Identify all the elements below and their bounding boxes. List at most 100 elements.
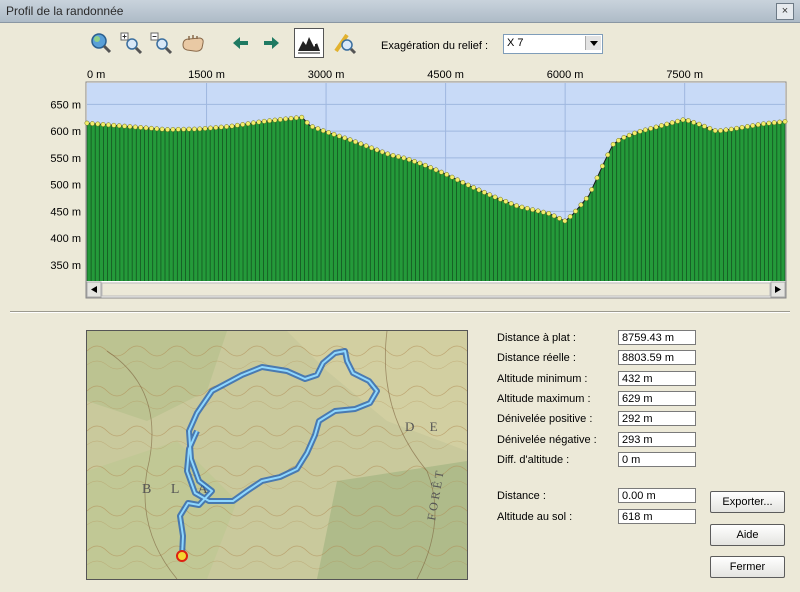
profile-point [707, 126, 713, 131]
relief-terrain-icon [297, 31, 321, 55]
profile-point [610, 141, 616, 147]
profile-point [202, 126, 208, 131]
profile-point [315, 126, 321, 132]
route-map[interactable]: B L A D E FORÊT [86, 330, 468, 580]
profile-point [771, 120, 777, 126]
profile-point [320, 128, 326, 134]
profile-point [100, 121, 106, 127]
exaggeration-select[interactable]: X 7 [503, 34, 603, 54]
profile-point [696, 121, 702, 127]
position-marker-icon [176, 550, 188, 562]
pan-button[interactable] [180, 30, 206, 56]
profile-point [433, 167, 439, 173]
zoom-fit-button[interactable] [88, 30, 114, 56]
zoom-out-icon [150, 32, 173, 55]
y-tick-label: 450 m [50, 206, 81, 218]
chevron-down-icon[interactable] [585, 36, 601, 50]
profile-point [750, 123, 756, 129]
profile-point [256, 119, 262, 125]
horizontal-scrollbar[interactable] [86, 281, 786, 298]
profile-point [401, 155, 407, 161]
profile-point [755, 122, 761, 128]
profile-point [95, 121, 101, 127]
cursor-label: Altitude au sol : [497, 511, 573, 523]
zoom-out-button[interactable] [148, 30, 174, 56]
window-title: Profil de la randonnée [6, 4, 124, 18]
profile-point [218, 124, 224, 130]
profile-point [272, 117, 278, 123]
profile-point [573, 208, 579, 214]
x-tick-label: 0 m [87, 69, 105, 81]
profile-point [406, 157, 412, 163]
export-button[interactable]: Exporter... [710, 491, 785, 513]
cursor-value-field: 618 m [618, 509, 696, 524]
profile-point [224, 124, 230, 130]
profile-point [138, 125, 144, 130]
profile-point [412, 158, 417, 164]
stat-value-field: 293 m [618, 432, 696, 447]
profile-point [567, 214, 573, 220]
profile-point [89, 121, 95, 127]
map-label: D E [405, 419, 444, 434]
stat-value-field: 292 m [618, 411, 696, 426]
y-tick-label: 400 m [50, 233, 81, 245]
profile-point [685, 118, 691, 124]
profile-point [240, 122, 246, 127]
profile-point [229, 123, 235, 129]
profile-point [353, 139, 358, 145]
close-button[interactable]: Fermer [710, 556, 785, 578]
profile-point [734, 125, 740, 131]
profile-point [465, 182, 471, 188]
profile-point [648, 126, 654, 131]
profile-point [122, 123, 128, 129]
profile-point [728, 126, 734, 132]
profile-point [84, 120, 90, 126]
profile-point [283, 116, 289, 122]
profile-point [744, 124, 750, 129]
profile-point [234, 122, 240, 128]
profile-point [514, 203, 519, 209]
profile-point [310, 124, 315, 130]
zoom-in-button[interactable] [118, 30, 144, 56]
scroll-thumb[interactable] [101, 282, 771, 297]
title-bar: Profil de la randonnée × [0, 0, 800, 23]
profile-point [422, 162, 428, 168]
profile-point [497, 196, 503, 202]
profile-point [680, 117, 686, 123]
x-tick-label: 7500 m [666, 69, 703, 81]
profile-point [524, 205, 530, 211]
profile-point [455, 177, 460, 183]
relief-toggle-button[interactable] [294, 28, 324, 58]
profile-point [326, 130, 332, 136]
profile-window: Profil de la randonnée × Exagération du … [0, 0, 800, 592]
close-window-button[interactable]: × [776, 3, 794, 20]
profile-point [106, 122, 111, 128]
profile-point [132, 124, 138, 130]
profile-point [127, 124, 133, 130]
profile-point [605, 152, 611, 158]
stat-value-field: 432 m [618, 371, 696, 386]
profile-point [181, 126, 187, 132]
y-tick-labels: 650 m 600 m 550 m 500 m 450 m 400 m 350 m [50, 99, 81, 272]
measure-button[interactable] [332, 30, 358, 56]
profile-point [288, 115, 294, 121]
profile-point [208, 125, 213, 131]
profile-point [267, 118, 273, 124]
next-button[interactable] [258, 30, 284, 56]
exaggeration-label: Exagération du relief : [381, 40, 489, 52]
profile-point [390, 153, 396, 158]
profile-point [562, 218, 568, 224]
profile-point [170, 127, 176, 132]
help-button[interactable]: Aide [710, 524, 785, 546]
profile-point [111, 122, 117, 128]
profile-point [519, 204, 525, 210]
profile-point [331, 131, 337, 137]
x-tick-label: 1500 m [188, 69, 225, 81]
previous-button[interactable] [228, 30, 254, 56]
x-tick-label: 4500 m [427, 69, 464, 81]
profile-point [546, 211, 552, 216]
profile-point [599, 163, 605, 169]
profile-point [739, 124, 745, 130]
x-tick-labels: 0 m 1500 m 3000 m 4500 m 6000 m 7500 m [87, 69, 703, 81]
profile-point [551, 213, 557, 219]
